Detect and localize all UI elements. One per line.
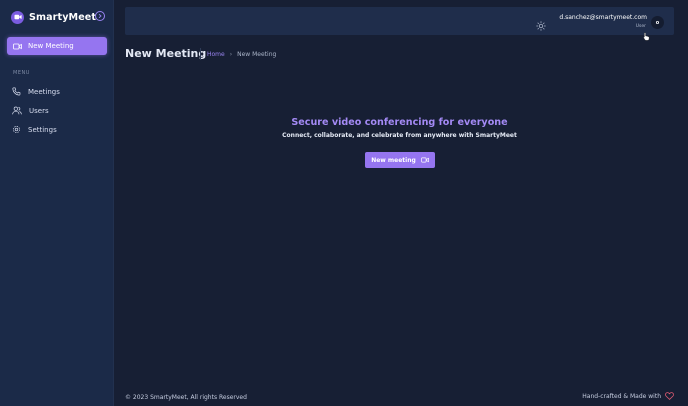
sidebar-item-settings[interactable]: Settings [12, 124, 57, 135]
hero-subtitle: Connect, collaborate, and celebrate from… [282, 132, 517, 139]
chevron-right-icon [98, 13, 102, 19]
users-icon [12, 106, 22, 115]
sidebar: SmartyMeet New Meeting MENU Meetings Use… [0, 0, 114, 406]
video-camera-icon [13, 43, 22, 49]
sidebar-item-label: Users [29, 106, 49, 115]
gear-icon [13, 126, 20, 133]
user-email[interactable]: d.sanchez@smartymeet.com [559, 14, 647, 21]
sun-icon[interactable] [536, 16, 546, 35]
new-meeting-button[interactable]: New meeting [365, 152, 435, 168]
sidebar-item-new-meeting[interactable]: New Meeting [7, 37, 107, 55]
footer-copyright: © 2023 SmartyMeet, All rights Reserved [125, 394, 247, 401]
sidebar-item-label: New Meeting [28, 42, 74, 50]
breadcrumb-current: New Meeting [237, 50, 277, 58]
video-camera-icon [420, 157, 429, 163]
brand-name: SmartyMeet [29, 11, 97, 23]
breadcrumb-home-link[interactable]: Home [207, 51, 225, 58]
hand-pointer-icon [643, 26, 650, 45]
avatar[interactable]: o [651, 16, 664, 29]
menu-heading: MENU [13, 70, 30, 76]
sidebar-item-users[interactable]: Users [12, 105, 49, 116]
heart-icon [665, 392, 674, 400]
phone-icon [12, 87, 21, 96]
collapse-sidebar-button[interactable] [95, 11, 105, 21]
top-header: d.sanchez@smartymeet.com User o [125, 7, 674, 41]
new-meeting-button-label: New meeting [371, 156, 416, 164]
hero-title: Secure video conferencing for everyone [291, 117, 508, 128]
page-title: New Meeting [125, 47, 207, 60]
brand[interactable]: SmartyMeet [11, 10, 96, 24]
footer-credit: Hand-crafted & Made with [582, 392, 674, 400]
breadcrumb: Home › New Meeting [200, 48, 276, 60]
chevron-right-icon: › [229, 50, 233, 58]
sidebar-item-label: Settings [28, 125, 57, 134]
footer-credit-text: Hand-crafted & Made with [582, 392, 661, 400]
sidebar-item-label: Meetings [28, 87, 60, 96]
sidebar-item-meetings[interactable]: Meetings [12, 86, 60, 97]
logo-icon [11, 10, 24, 24]
